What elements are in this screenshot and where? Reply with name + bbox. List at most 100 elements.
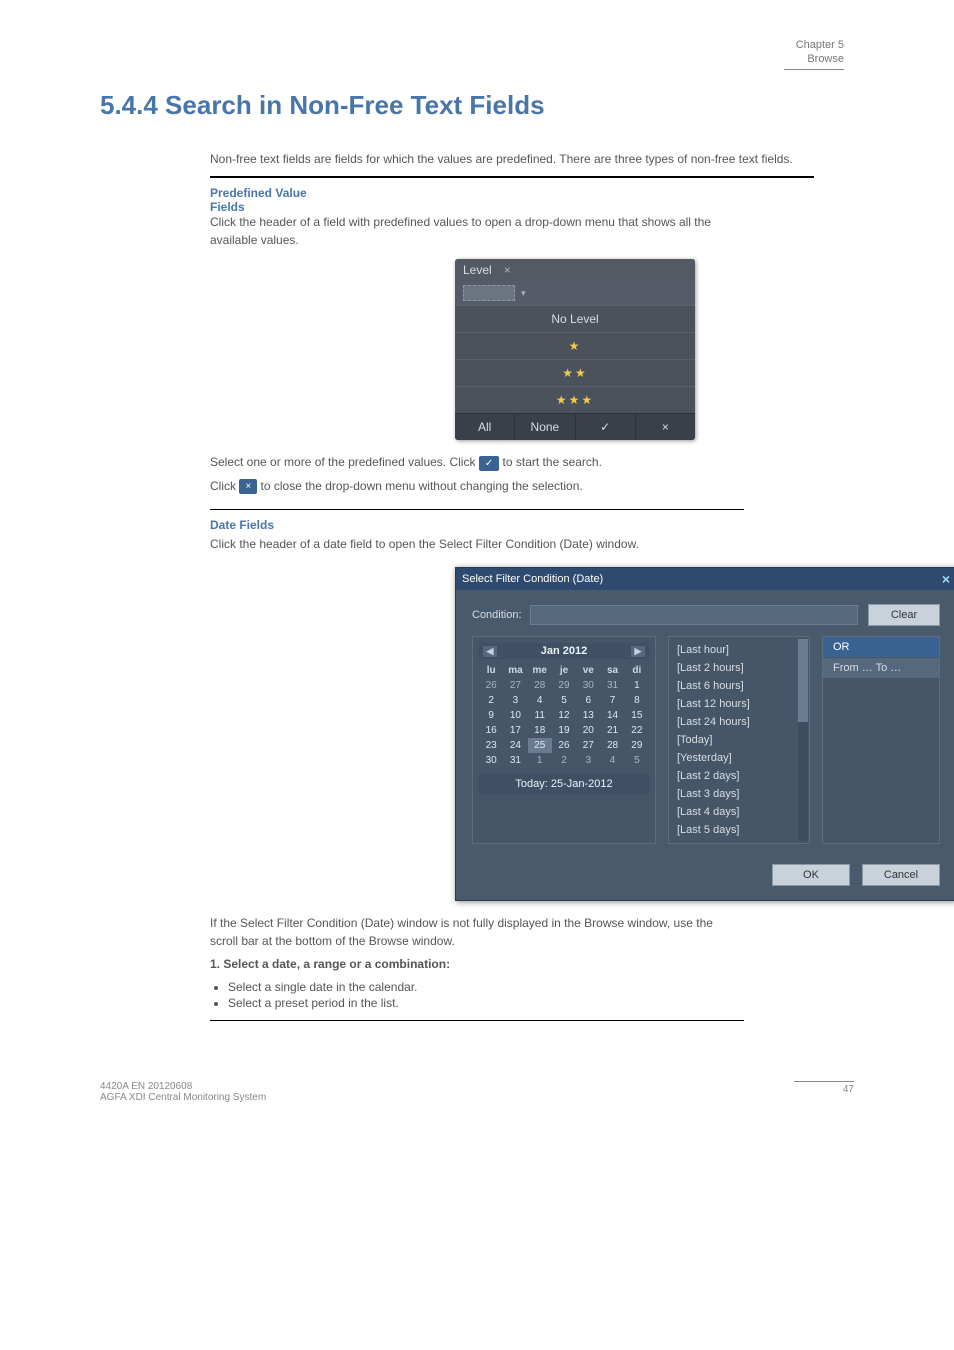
predefined-desc: Click the header of a field with predefi…	[210, 214, 730, 249]
calendar-day[interactable]: 31	[600, 678, 624, 693]
level-option-3-star[interactable]: ★★★	[455, 386, 695, 413]
calendar-day[interactable]: 8	[625, 693, 649, 708]
calendar-day[interactable]: 3	[576, 753, 600, 768]
chapter-label: Chapter 5	[784, 38, 844, 52]
calendar-day[interactable]: 13	[576, 708, 600, 723]
calendar-day[interactable]: 10	[503, 708, 527, 723]
calendar-day[interactable]: 28	[528, 678, 552, 693]
calendar-day[interactable]: 2	[552, 753, 576, 768]
calendar-day[interactable]: 31	[503, 753, 527, 768]
calendar-day[interactable]: 16	[479, 723, 503, 738]
calendar-grid[interactable]: lumamejevesadi 2627282930311234567891011…	[479, 663, 649, 768]
star-icon: ★★	[562, 366, 588, 380]
calendar-day[interactable]: 19	[552, 723, 576, 738]
scrollbar-thumb[interactable]	[798, 639, 808, 721]
calendar-prev-button[interactable]: ◀	[483, 646, 497, 657]
calendar-day[interactable]: 29	[552, 678, 576, 693]
calendar-dow: di	[625, 663, 649, 678]
cancel-button[interactable]: Cancel	[862, 864, 940, 886]
level-option-1-star[interactable]: ★	[455, 332, 695, 359]
calendar-day[interactable]: 17	[503, 723, 527, 738]
dialog-titlebar: Select Filter Condition (Date) ×	[456, 568, 954, 590]
calendar-day[interactable]: 18	[528, 723, 552, 738]
level-option-2-star[interactable]: ★★	[455, 359, 695, 386]
level-option-no-level[interactable]: No Level	[455, 305, 695, 332]
section-heading: 5.4.4 Search in Non-Free Text Fields	[100, 90, 854, 121]
clear-button[interactable]: Clear	[868, 604, 940, 626]
preset-item[interactable]: [Last 5 days]	[669, 821, 809, 839]
calendar-day[interactable]: 26	[552, 738, 576, 753]
calendar-day[interactable]: 12	[552, 708, 576, 723]
preset-item[interactable]: [Last 2 days]	[669, 767, 809, 785]
calendar-day[interactable]: 27	[503, 678, 527, 693]
predefined-title: Predefined Value Fields	[210, 186, 330, 214]
operator-list[interactable]: ORFrom … To …	[822, 636, 940, 844]
level-filter-input[interactable]	[463, 285, 515, 301]
calendar-month-label: Jan 2012	[541, 645, 587, 657]
calendar-day[interactable]: 29	[625, 738, 649, 753]
calendar-day[interactable]: 24	[503, 738, 527, 753]
calendar-day[interactable]: 30	[576, 678, 600, 693]
condition-input[interactable]	[530, 605, 858, 625]
page-footer: 4420A EN 20120608 AGFA XDI Central Monit…	[100, 1081, 854, 1103]
preset-item[interactable]: [Last 24 hours]	[669, 713, 809, 731]
preset-item[interactable]: [Yesterday]	[669, 749, 809, 767]
calendar-day[interactable]: 28	[600, 738, 624, 753]
calendar-day[interactable]: 1	[528, 753, 552, 768]
preset-item[interactable]: [Last 6 hours]	[669, 677, 809, 695]
calendar-day[interactable]: 22	[625, 723, 649, 738]
calendar-day[interactable]: 9	[479, 708, 503, 723]
preset-item[interactable]: [Last 2 hours]	[669, 659, 809, 677]
close-icon[interactable]: ×	[504, 263, 511, 277]
operator-item[interactable]: From … To …	[823, 658, 939, 679]
dialog-close-icon[interactable]: ×	[942, 571, 950, 587]
calendar-day[interactable]: 1	[625, 678, 649, 693]
select-all-button[interactable]: All	[455, 414, 515, 440]
select-none-button[interactable]: None	[515, 414, 575, 440]
step-item: Select a preset period in the list.	[228, 996, 730, 1010]
calendar-day[interactable]: 2	[479, 693, 503, 708]
footer-page-number: 47	[843, 1084, 854, 1095]
calendar-day[interactable]: 20	[576, 723, 600, 738]
calendar-next-button[interactable]: ▶	[631, 646, 645, 657]
calendar-day[interactable]: 4	[600, 753, 624, 768]
calendar-day[interactable]: 15	[625, 708, 649, 723]
preset-item[interactable]: [Last 12 hours]	[669, 695, 809, 713]
calendar-day[interactable]: 11	[528, 708, 552, 723]
calendar-day[interactable]: 3	[503, 693, 527, 708]
confirm-button[interactable]: ✓	[576, 414, 636, 440]
step-item: Select a single date in the calendar.	[228, 980, 730, 994]
calendar-day[interactable]: 30	[479, 753, 503, 768]
preset-item[interactable]: [Last 3 days]	[669, 785, 809, 803]
calendar-day[interactable]: 5	[625, 753, 649, 768]
dialog-title: Select Filter Condition (Date)	[462, 573, 603, 585]
cancel-button[interactable]: ×	[636, 414, 695, 440]
level-column-header[interactable]: Level ×	[455, 259, 695, 281]
calendar-day[interactable]: 23	[479, 738, 503, 753]
calendar-day[interactable]: 6	[576, 693, 600, 708]
calendar-day[interactable]: 7	[600, 693, 624, 708]
preset-item[interactable]: [Last 4 days]	[669, 803, 809, 821]
calendar-dow: me	[528, 663, 552, 678]
calendar-day[interactable]: 5	[552, 693, 576, 708]
level-filter-row: ▾	[455, 281, 695, 305]
footer-product: AGFA XDI Central Monitoring System	[100, 1092, 266, 1103]
ok-button[interactable]: OK	[772, 864, 850, 886]
preset-item[interactable]: [Today]	[669, 731, 809, 749]
calendar-day[interactable]: 26	[479, 678, 503, 693]
calendar-day[interactable]: 21	[600, 723, 624, 738]
calendar-today-button[interactable]: Today: 25-Jan-2012	[479, 774, 649, 794]
calendar-day[interactable]: 27	[576, 738, 600, 753]
preset-item[interactable]: [Last hour]	[669, 641, 809, 659]
calendar-day[interactable]: 25	[528, 738, 552, 753]
predefined-instruction-2: Click to close the drop-down menu withou…	[210, 478, 730, 495]
chevron-down-icon[interactable]: ▾	[521, 288, 526, 299]
calendar-day[interactable]: 4	[528, 693, 552, 708]
close-icon: ×	[662, 420, 669, 434]
level-dropdown-figure: Level × ▾ No Level ★ ★★ ★★★ All None ✓ ×	[455, 259, 695, 440]
date-note: If the Select Filter Condition (Date) wi…	[210, 915, 730, 950]
preset-period-list[interactable]: [Last hour][Last 2 hours][Last 6 hours][…	[668, 636, 810, 844]
footer-doc-id: 4420A EN 20120608	[100, 1081, 192, 1092]
operator-item[interactable]: OR	[823, 637, 939, 658]
calendar-day[interactable]: 14	[600, 708, 624, 723]
